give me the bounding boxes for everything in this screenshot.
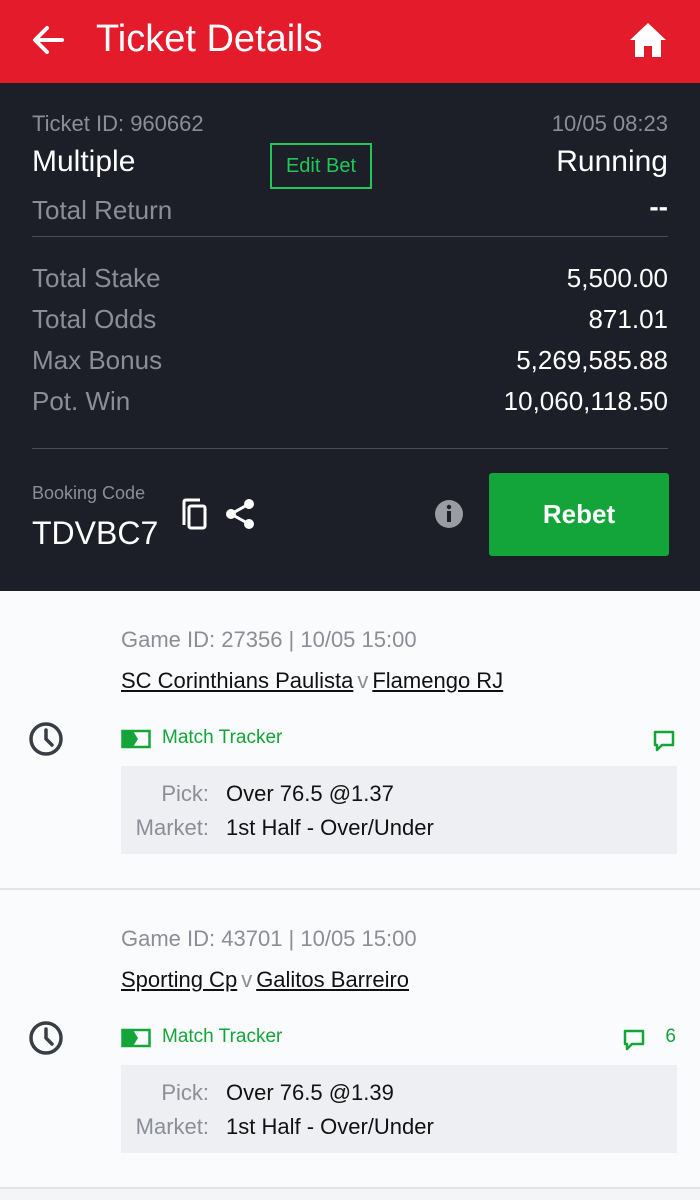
total-return-label: Total Return (32, 195, 173, 225)
copy-icon[interactable] (178, 497, 208, 531)
divider (32, 236, 668, 237)
selection-card: Game ID: 43701 | 10/05 15:00 Sporting Cp… (0, 890, 700, 1189)
pick-value: Over 76.5 @1.37 (226, 781, 394, 806)
comment-count[interactable]: 6 (665, 1026, 676, 1048)
clock-icon (29, 1021, 63, 1055)
total-stake-value: 5,500.00 (566, 263, 668, 293)
versus-label: v (357, 668, 369, 693)
arrow-left-icon[interactable] (30, 22, 66, 58)
game-id: Game ID: 43701 | 10/05 15:00 (121, 926, 417, 951)
away-team-link[interactable]: Flamengo RJ (372, 668, 503, 693)
divider (32, 448, 668, 449)
pick-label: Pick: (161, 781, 209, 806)
comment-icon[interactable] (652, 729, 676, 753)
total-stake-label: Total Stake (32, 263, 161, 293)
edit-bet-button[interactable]: Edit Bet (270, 143, 372, 189)
match-tracker-icon[interactable] (121, 1028, 151, 1048)
app-header: Ticket Details (0, 0, 700, 83)
match-tracker-link[interactable]: Match Tracker (162, 727, 282, 749)
booking-code-label: Booking Code (32, 483, 146, 503)
max-bonus-value: 5,269,585.88 (516, 345, 668, 375)
share-icon[interactable] (224, 497, 256, 531)
comment-icon[interactable] (622, 1028, 646, 1052)
selection-card: Game ID: 27356 | 10/05 15:00 SC Corinthi… (0, 591, 700, 890)
market-label: Market: (135, 815, 209, 840)
pot-win-value: 10,060,118.50 (503, 386, 668, 416)
match-tracker-link[interactable]: Match Tracker (162, 1026, 282, 1048)
home-team-link[interactable]: SC Corinthians Paulista (121, 668, 353, 693)
home-icon[interactable] (628, 20, 668, 60)
market-value: 1st Half - Over/Under (226, 815, 434, 840)
ticket-summary: Ticket ID: 960662 10/05 08:23 Multiple E… (0, 83, 700, 591)
home-team-link[interactable]: Sporting Cp (121, 967, 237, 992)
ticket-date: 10/05 08:23 (551, 111, 668, 136)
bet-type: Multiple (32, 145, 136, 178)
match-tracker-icon[interactable] (121, 729, 151, 749)
pick-label: Pick: (161, 1080, 209, 1105)
page-title: Ticket Details (96, 18, 323, 60)
market-value: 1st Half - Over/Under (226, 1114, 434, 1139)
game-id: Game ID: 27356 | 10/05 15:00 (121, 627, 417, 652)
market-label: Market: (135, 1114, 209, 1139)
selection-list: Game ID: 27356 | 10/05 15:00 SC Corinthi… (0, 591, 700, 1189)
ticket-id: Ticket ID: 960662 (32, 111, 204, 136)
info-icon[interactable] (434, 499, 464, 529)
total-odds-value: 871.01 (588, 304, 668, 334)
rebet-button[interactable]: Rebet (489, 473, 669, 556)
pick-details: Pick: Over 76.5 @1.39 Market: 1st Half -… (121, 1065, 677, 1153)
versus-label: v (241, 967, 253, 992)
match-teams: Sporting Cp v Galitos Barreiro (121, 967, 409, 993)
match-teams: SC Corinthians Paulista v Flamengo RJ (121, 668, 503, 694)
ticket-status: Running (556, 145, 668, 178)
booking-code: TDVBC7 (32, 515, 159, 551)
pot-win-label: Pot. Win (32, 386, 131, 416)
total-return-value: -- (649, 191, 668, 222)
clock-icon (29, 722, 63, 756)
total-odds-label: Total Odds (32, 304, 157, 334)
away-team-link[interactable]: Galitos Barreiro (256, 967, 409, 992)
pick-value: Over 76.5 @1.39 (226, 1080, 394, 1105)
max-bonus-label: Max Bonus (32, 345, 163, 375)
pick-details: Pick: Over 76.5 @1.37 Market: 1st Half -… (121, 766, 677, 854)
